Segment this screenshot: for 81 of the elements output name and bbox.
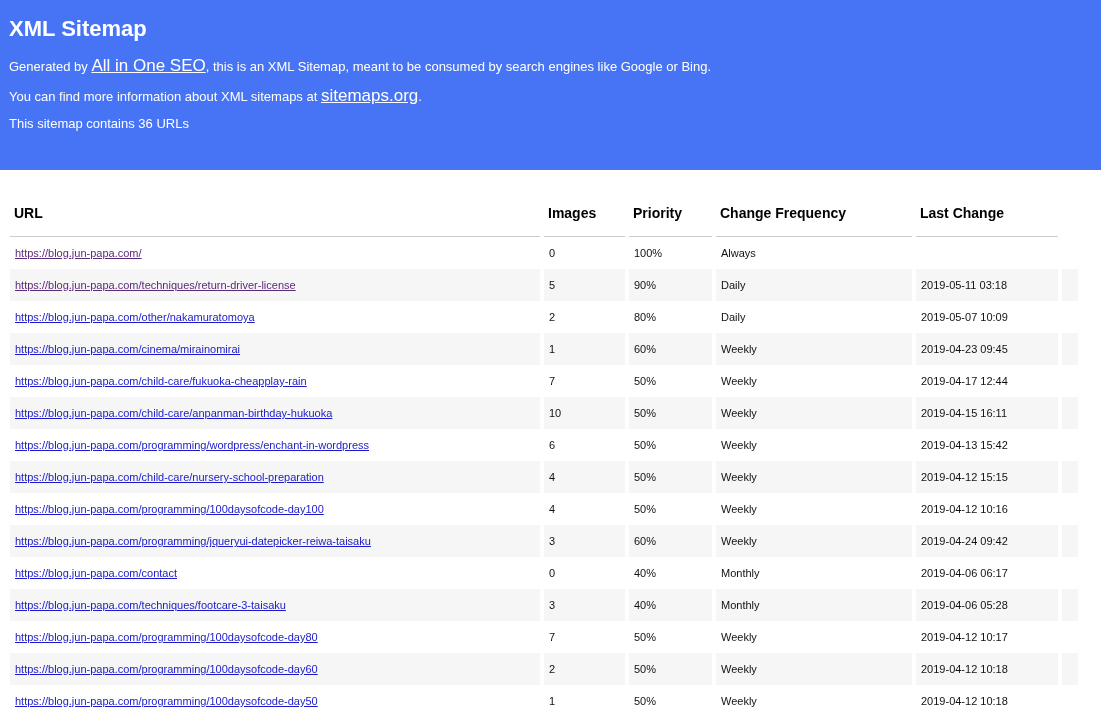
table-cell-text: 2019-05-07 10:09 [920,310,1009,325]
table-cell-text: Daily [720,310,747,325]
url-count: This sitemap contains 36 URLs [9,116,190,131]
table-cell-text: 50% [633,502,658,517]
table-cell: 1 [544,333,625,365]
table-cell-text: Monthly [720,566,761,581]
table-cell: 2019-04-23 09:45 [916,333,1058,365]
table-cell: 90% [629,269,712,301]
table-cell-text: 80% [633,310,658,325]
table-cell-text: Always [720,246,757,261]
table-cell-text: 2019-04-17 12:44 [920,374,1009,389]
url-link[interactable]: https://blog.jun-papa.com/programming/100daysofcode-day50 [15,695,318,707]
table-cell-text: 2019-04-12 10:17 [920,630,1009,645]
page-title: XML Sitemap [9,16,148,42]
table-cell-text: 1 [548,694,557,709]
table-cell: 50% [629,397,712,429]
table-cell: Weekly [716,653,912,685]
column-header: Change Frequency [716,190,912,237]
info-sentence: You can find more information about XML sitemaps at sitemaps.org. [9,86,423,106]
table-cell-text: 2019-04-12 10:16 [920,502,1009,517]
table-cell: 3 [544,525,625,557]
table-cell-text: Weekly [720,502,758,517]
table-cell-text: 4 [548,502,557,517]
table-cell: Weekly [716,397,912,429]
column-header: URL [10,190,540,237]
table-cell: 2019-04-12 15:15 [916,461,1058,493]
table-cell: 2019-04-15 16:11 [916,397,1058,429]
table-cell-text: 2 [548,310,557,325]
table-cell: 60% [629,333,712,365]
table-cell-text: Weekly [720,438,758,453]
table-cell: Weekly [716,461,912,493]
url-link[interactable]: https://blog.jun-papa.com/techniques/return-driver-license [15,279,296,291]
table-cell: 5 [544,269,625,301]
table-cell: 60% [629,525,712,557]
table-cell-text: 2019-04-06 06:17 [920,566,1009,581]
table-cell-text: 7 [548,374,557,389]
table-cell: 2019-04-24 09:42 [916,525,1058,557]
url-link[interactable]: https://blog.jun-papa.com/ [15,247,142,259]
table-cell: 10 [544,397,625,429]
url-link[interactable]: https://blog.jun-papa.com/programming/100daysofcode-day100 [15,503,324,515]
table-cell-text: 40% [633,566,658,581]
table-cell: Weekly [716,525,912,557]
table-cell: 2 [544,653,625,685]
table-cell-text: Weekly [720,694,758,709]
table-cell: 2019-04-06 05:28 [916,589,1058,621]
table-cell-text: Weekly [720,630,758,645]
url-link[interactable]: https://blog.jun-papa.com/other/nakamuratomoya [15,311,255,323]
table-cell-text: 0 [548,566,557,581]
table-cell-text: 6 [548,438,557,453]
url-link[interactable]: https://blog.jun-papa.com/programming/wordpress/enchant-in-wordpress [15,439,369,451]
url-link[interactable]: https://blog.jun-papa.com/techniques/footcare-3-taisaku [15,599,286,611]
table-cell: Weekly [716,333,912,365]
table-cell: 2019-04-12 10:18 [916,653,1058,685]
table-cell: 50% [629,461,712,493]
table-cell-text: Weekly [720,374,758,389]
table-cell-text: 2019-04-13 15:42 [920,438,1009,453]
table-cell-text: 2019-04-12 10:18 [920,694,1009,709]
link[interactable]: sitemaps.org [320,86,419,105]
table-cell-text: 7 [548,630,557,645]
table-cell-text: 0 [548,246,557,261]
table-cell: 3 [544,589,625,621]
url-link[interactable]: https://blog.jun-papa.com/contact [15,567,178,579]
table-cell-text: 50% [633,630,658,645]
generator-sentence: Generated by All in One SEO, this is an XML Sitemap, meant to be consumed by search engines like Google or Bing. [9,56,713,76]
table-cell-text: 50% [633,374,658,389]
url-link[interactable]: https://blog.jun-papa.com/child-care/fukuoka-cheapplay-rain [15,375,307,387]
table-cell: 4 [544,461,625,493]
table-cell-text: 50% [633,438,658,453]
url-link[interactable]: https://blog.jun-papa.com/programming/100daysofcode-day80 [15,631,318,643]
table-cell: Monthly [716,589,912,621]
url-link[interactable]: https://blog.jun-papa.com/cinema/mirainomirai [15,343,240,355]
table-cell: 40% [629,589,712,621]
table-cell: Daily [716,269,912,301]
column-header: Images [544,190,625,237]
table-cell: 2019-05-11 03:18 [916,269,1058,301]
column-header: Last Change [916,190,1058,237]
table-cell-text: 100% [633,246,664,261]
table-cell-text: 50% [633,694,658,709]
column-header: Priority [629,190,712,237]
table-cell: 50% [629,653,712,685]
link[interactable]: All in One SEO [91,56,206,75]
